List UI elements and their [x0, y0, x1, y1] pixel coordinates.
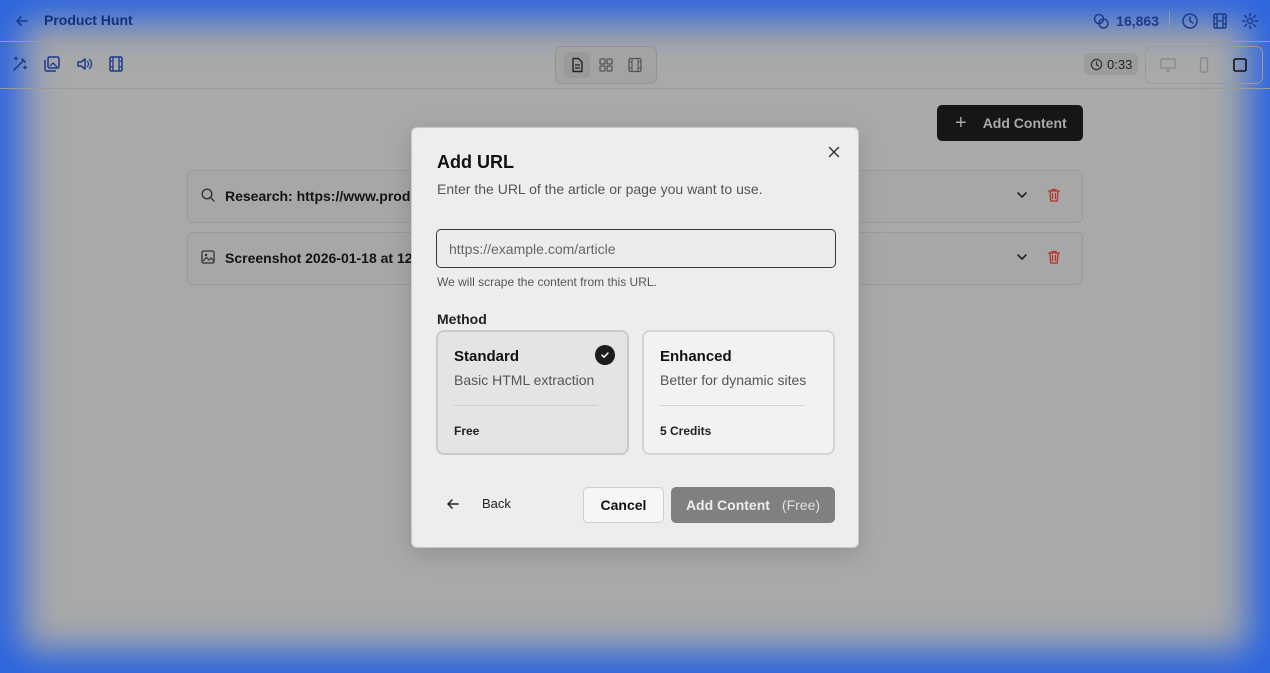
images-icon[interactable] — [42, 54, 62, 74]
mobile-icon[interactable] — [1194, 55, 1214, 75]
tool-buttons — [10, 54, 126, 74]
app-window: Product Hunt 16,863 0:33 + Add Content R… — [0, 0, 1270, 673]
history-icon[interactable] — [1180, 11, 1200, 31]
method-title: Enhanced — [660, 348, 732, 365]
square-icon[interactable] — [1230, 55, 1250, 75]
magic-wand-icon[interactable] — [10, 54, 30, 74]
add-content-label: Add Content — [982, 115, 1067, 131]
desktop-icon[interactable] — [1158, 55, 1178, 75]
chevron-down-icon[interactable] — [1014, 249, 1030, 270]
coins-icon — [1093, 13, 1109, 29]
dialog-title: Add URL — [437, 152, 514, 172]
method-description: Better for dynamic sites — [660, 372, 807, 388]
submit-label: Add Content — [685, 497, 770, 513]
arrow-left-icon — [447, 498, 459, 509]
divider — [660, 405, 804, 406]
credits-badge[interactable]: 16,863 — [1092, 12, 1159, 30]
chevron-down-icon[interactable] — [1014, 187, 1030, 208]
back-label: Back — [482, 496, 511, 511]
gear-icon[interactable] — [1240, 11, 1260, 31]
credits-count: 16,863 — [1116, 13, 1159, 29]
add-content-submit-button[interactable]: Add Content (Free) — [671, 487, 835, 523]
content-row-title: Screenshot 2026-01-18 at 12 — [225, 250, 413, 266]
plus-icon: + — [955, 112, 967, 134]
trash-icon[interactable] — [1046, 187, 1062, 208]
close-icon[interactable] — [825, 143, 843, 161]
clock-icon — [1090, 58, 1103, 70]
method-option-standard[interactable]: Standard Basic HTML extraction Free — [436, 330, 629, 455]
document-view-icon[interactable] — [563, 52, 590, 78]
submit-cost: (Free) — [781, 497, 821, 513]
cancel-button[interactable]: Cancel — [583, 487, 664, 523]
back-button[interactable]: Back — [446, 496, 511, 511]
editor-toolbar: 0:33 — [0, 42, 1270, 89]
method-option-enhanced[interactable]: Enhanced Better for dynamic sites 5 Cred… — [642, 330, 835, 455]
back-arrow-icon[interactable] — [12, 11, 32, 31]
check-icon — [595, 345, 615, 365]
view-mode-switch — [555, 46, 657, 84]
device-preview-switch — [1145, 46, 1263, 84]
url-hint: We will scrape the content from this URL… — [437, 275, 657, 289]
film-strip-icon[interactable] — [106, 54, 126, 74]
project-title: Product Hunt — [44, 12, 133, 28]
add-url-dialog: Add URL Enter the URL of the article or … — [411, 127, 859, 548]
content-row-title: Research: https://www.prod — [225, 188, 411, 204]
timeline-view-icon[interactable] — [622, 52, 648, 78]
film-icon[interactable] — [1210, 11, 1230, 31]
top-bar: Product Hunt 16,863 — [0, 0, 1270, 42]
volume-icon[interactable] — [74, 54, 94, 74]
trash-icon[interactable] — [1046, 249, 1062, 270]
add-content-button[interactable]: + Add Content — [937, 105, 1083, 141]
method-label: Method — [437, 311, 487, 327]
divider — [454, 405, 598, 406]
top-bar-actions: 16,863 — [1092, 10, 1260, 32]
duration-badge: 0:33 — [1084, 53, 1139, 75]
divider — [1169, 11, 1170, 31]
grid-view-icon[interactable] — [593, 52, 619, 78]
method-price: 5 Credits — [660, 424, 712, 438]
dialog-subtitle: Enter the URL of the article or page you… — [437, 181, 763, 197]
method-price: Free — [454, 424, 480, 438]
method-description: Basic HTML extraction — [454, 372, 595, 388]
url-input[interactable] — [436, 229, 836, 268]
search-icon — [200, 187, 216, 208]
method-title: Standard — [454, 348, 520, 365]
duration-value: 0:33 — [1107, 56, 1133, 72]
image-icon — [200, 249, 216, 270]
